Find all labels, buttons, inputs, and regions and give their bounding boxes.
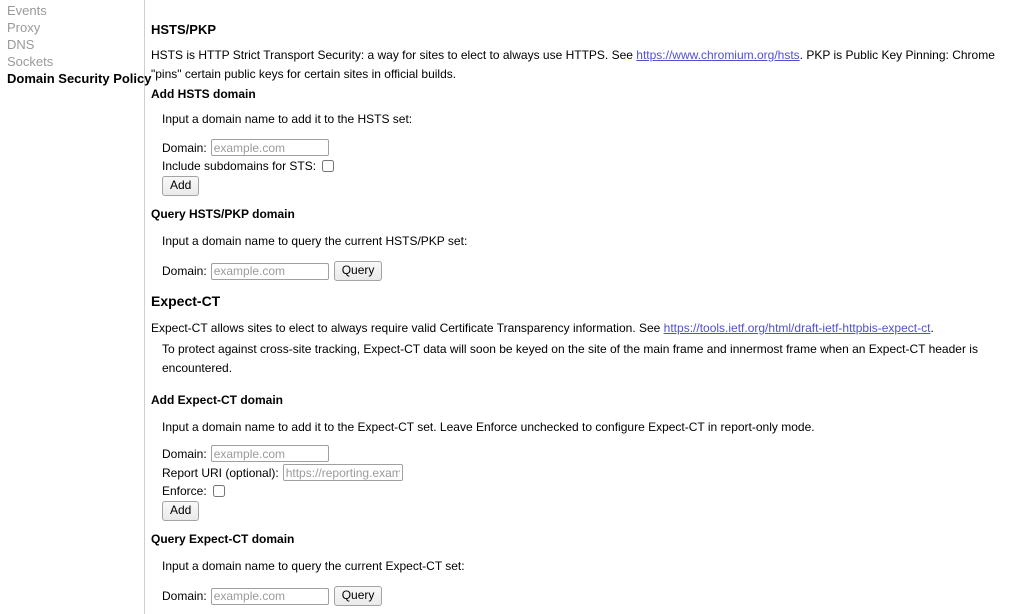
- hsts-section-title: HSTS/PKP: [151, 22, 217, 37]
- add-expect-ct-enforce-checkbox[interactable]: [212, 485, 225, 497]
- add-hsts-domain-input[interactable]: [210, 139, 329, 156]
- add-expect-ct-reporturi-input[interactable]: [282, 464, 403, 481]
- add-hsts-domain-row: Domain:: [151, 139, 1024, 156]
- sidebar-item-domain-security-policy[interactable]: Domain Security Policy: [0, 70, 152, 87]
- query-hsts-domain-label: Domain:: [162, 264, 207, 278]
- add-hsts-subdomains-row: Include subdomains for STS:: [151, 158, 1024, 174]
- main-content: HSTS/PKP HSTS is HTTP Strict Transport S…: [145, 0, 1024, 614]
- expect-ct-note: To protect against cross-site tracking, …: [162, 342, 978, 375]
- query-expect-ct-instruction: Input a domain name to query the current…: [162, 559, 465, 573]
- add-expect-ct-reporturi-row: Report URI (optional):: [151, 464, 1024, 481]
- query-expect-ct-domain-title: Query Expect-CT domain: [151, 532, 295, 546]
- add-hsts-button-row: Add: [151, 176, 1024, 196]
- expect-ct-description-part1: Expect-CT allows sites to elect to alway…: [151, 321, 664, 335]
- hsts-chromium-link[interactable]: https://www.chromium.org/hsts: [636, 48, 799, 62]
- add-expect-ct-add-button[interactable]: Add: [162, 501, 200, 521]
- add-expect-ct-domain-label: Domain:: [162, 446, 207, 461]
- add-expect-ct-domain-row: Domain:: [151, 445, 1024, 462]
- expect-ct-ietf-link[interactable]: https://tools.ietf.org/html/draft-ietf-h…: [664, 321, 931, 335]
- query-hsts-domain-input[interactable]: [210, 262, 329, 280]
- add-expect-ct-domain-title: Add Expect-CT domain: [151, 393, 284, 407]
- hsts-description-part1: HSTS is HTTP Strict Transport Security: …: [151, 48, 637, 62]
- add-hsts-subdomains-checkbox[interactable]: [322, 160, 335, 172]
- expect-ct-description: Expect-CT allows sites to elect to alway…: [151, 319, 1024, 338]
- query-hsts-instruction: Input a domain name to query the current…: [162, 234, 468, 248]
- add-expect-ct-enforce-label: Enforce:: [162, 484, 207, 498]
- sidebar-nav: Events Proxy DNS Sockets Domain Security…: [0, 0, 152, 614]
- add-hsts-instruction: Input a domain name to add it to the HST…: [162, 112, 413, 126]
- expect-ct-description-part2: .: [930, 321, 934, 335]
- query-hsts-domain-row: Domain: Query: [151, 261, 1024, 281]
- add-expect-ct-instruction: Input a domain name to add it to the Exp…: [162, 420, 815, 434]
- add-expect-ct-domain-input[interactable]: [210, 445, 329, 462]
- query-hsts-query-button[interactable]: Query: [333, 261, 383, 281]
- add-hsts-subdomains-label: Include subdomains for STS:: [162, 159, 317, 173]
- sidebar-item-proxy[interactable]: Proxy: [0, 19, 144, 36]
- add-expect-ct-button-row: Add: [151, 501, 1024, 521]
- expect-ct-section-title: Expect-CT: [151, 293, 221, 309]
- sidebar-item-events[interactable]: Events: [0, 2, 144, 19]
- add-expect-ct-enforce-row: Enforce:: [151, 483, 1024, 499]
- query-expect-ct-domain-input[interactable]: [210, 587, 329, 605]
- add-expect-ct-reporturi-label: Report URI (optional):: [162, 465, 279, 480]
- add-hsts-domain-label: Domain:: [162, 140, 207, 155]
- query-expect-ct-domain-label: Domain:: [162, 589, 207, 603]
- add-hsts-domain-title: Add HSTS domain: [151, 87, 256, 101]
- query-expect-ct-domain-row: Domain: Query: [151, 586, 1024, 606]
- query-expect-ct-query-button[interactable]: Query: [333, 586, 383, 606]
- net-internals-page: Events Proxy DNS Sockets Domain Security…: [0, 0, 1024, 614]
- sidebar-item-dns[interactable]: DNS: [0, 36, 144, 53]
- query-hsts-domain-title: Query HSTS/PKP domain: [151, 207, 295, 221]
- add-hsts-add-button[interactable]: Add: [162, 176, 200, 196]
- hsts-description: HSTS is HTTP Strict Transport Security: …: [151, 46, 1024, 84]
- sidebar-item-sockets[interactable]: Sockets: [0, 53, 144, 70]
